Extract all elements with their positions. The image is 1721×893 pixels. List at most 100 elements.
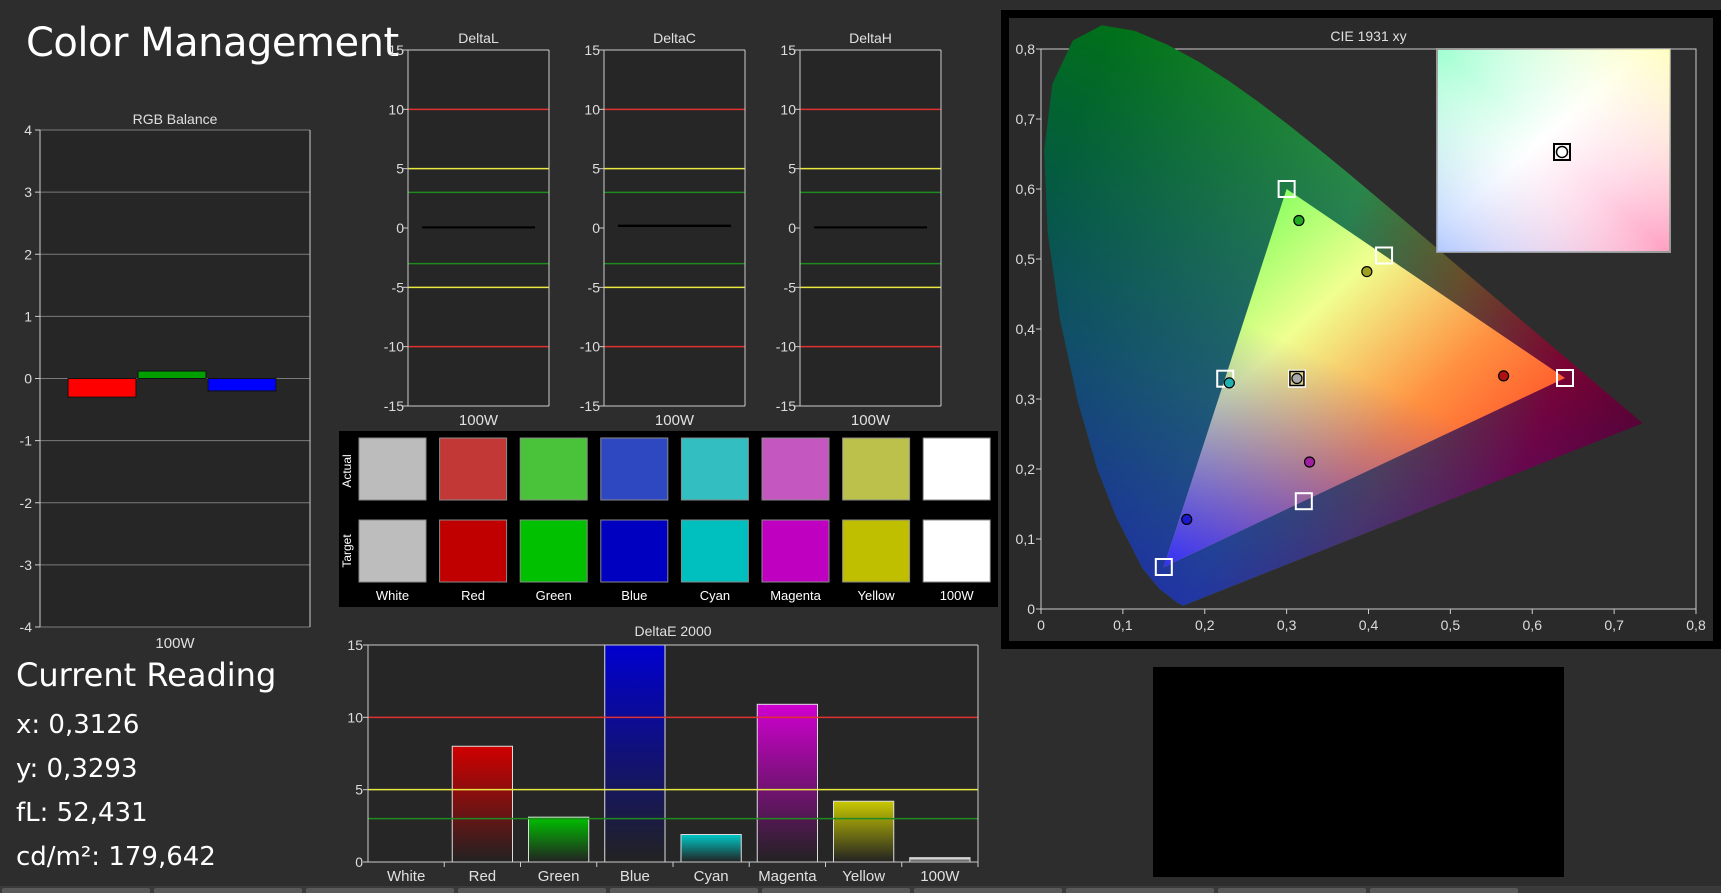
y-tick-label: -5 xyxy=(392,279,405,295)
swatch-label: Green xyxy=(536,588,572,603)
y-tick-label: -5 xyxy=(784,279,797,295)
x-tick-label: 0,4 xyxy=(1359,617,1379,633)
y-tick-label: 0 xyxy=(592,220,600,236)
bar xyxy=(909,857,971,863)
actual-marker xyxy=(1291,372,1303,385)
y-tick-label: 0,7 xyxy=(1016,111,1036,127)
y-tick-label: -10 xyxy=(384,339,404,355)
actual-marker xyxy=(1497,370,1510,382)
swatch-actual xyxy=(922,437,991,501)
swatch-label: 100W xyxy=(940,588,975,603)
reading-x: x: 0,3126 xyxy=(16,710,140,740)
x-tick-label: 0,6 xyxy=(1523,617,1543,633)
swatch-label: Red xyxy=(461,588,485,603)
plot-area xyxy=(604,50,745,406)
x-tick-label: 0,1 xyxy=(1113,617,1133,633)
x-tick-label: 100W xyxy=(459,412,499,429)
swatch-target xyxy=(439,519,508,583)
y-tick-label: -15 xyxy=(580,398,600,414)
chart-title: RGB Balance xyxy=(133,111,218,127)
x-tick-label: Yellow xyxy=(842,868,885,885)
x-tick-label: Red xyxy=(469,868,497,885)
x-tick-label: 0,3 xyxy=(1277,617,1297,633)
y-tick-label: 5 xyxy=(788,161,796,177)
y-tick-label: -10 xyxy=(580,339,600,355)
actual-marker xyxy=(1303,456,1316,468)
y-tick-label: 15 xyxy=(347,637,363,653)
y-tick-label: 15 xyxy=(584,42,600,58)
bottom-tab[interactable] xyxy=(458,888,606,893)
swatch-target xyxy=(680,519,749,583)
y-tick-label: 0 xyxy=(24,371,32,387)
y-tick-label: 0,2 xyxy=(1016,461,1036,477)
x-tick-label: 0,5 xyxy=(1441,617,1461,633)
preview-panel xyxy=(1153,667,1564,877)
actual-marker xyxy=(1223,377,1235,389)
y-tick-label: 10 xyxy=(388,101,404,117)
swatch-target xyxy=(519,519,588,583)
reading-cdm2: cd/m²: 179,642 xyxy=(16,842,216,872)
bottom-tab[interactable] xyxy=(1218,888,1366,893)
bottom-tab[interactable] xyxy=(610,888,758,893)
chart-title: DeltaC xyxy=(653,30,696,46)
x-tick-label: 100W xyxy=(155,635,195,652)
swatch-target xyxy=(922,519,991,583)
swatch-target xyxy=(761,519,830,583)
swatch-actual xyxy=(761,437,830,501)
y-tick-label: 0 xyxy=(355,854,363,870)
bar xyxy=(422,226,535,229)
swatch-actual xyxy=(842,437,911,501)
page-title: Color Management xyxy=(26,20,399,66)
inset-actual-marker xyxy=(1555,145,1569,159)
delta-h-chart: DeltaH -15 -10 -5 0 5 10 15 100W xyxy=(776,30,942,429)
bar xyxy=(814,226,927,229)
y-tick-label: 15 xyxy=(388,42,404,58)
bottom-tab[interactable] xyxy=(306,888,454,893)
actual-marker xyxy=(1181,513,1193,525)
y-tick-label: -4 xyxy=(20,619,33,635)
y-tick-label: 0,6 xyxy=(1016,181,1036,197)
swatch-target xyxy=(842,519,911,583)
swatch-actual xyxy=(358,437,427,501)
reading-y: y: 0,3293 xyxy=(16,754,138,784)
y-tick-label: 10 xyxy=(584,101,600,117)
y-tick-label: -15 xyxy=(384,398,404,414)
y-tick-label: 0 xyxy=(1027,601,1035,617)
current-reading-heading: Current Reading xyxy=(16,656,277,694)
y-tick-label: 10 xyxy=(347,709,363,725)
bottom-tab[interactable] xyxy=(762,888,910,893)
x-tick-label: 0,7 xyxy=(1604,617,1624,633)
bar xyxy=(618,224,731,227)
swatch-actual xyxy=(680,437,749,501)
bar xyxy=(67,378,137,398)
swatch-grid: Actual Target White Red Green Blue Cyan Magenta… xyxy=(340,437,991,603)
chart-title: CIE 1931 xy xyxy=(1330,28,1406,44)
bottom-tab[interactable] xyxy=(1066,888,1214,893)
swatch-panel: Actual Target White Red Green Blue Cyan Magenta… xyxy=(339,431,998,607)
bar xyxy=(833,800,895,863)
swatch-actual xyxy=(439,437,508,501)
x-tick-label: Magenta xyxy=(758,868,817,885)
x-tick-label: 0,8 xyxy=(1686,617,1706,633)
y-tick-label: 0,8 xyxy=(1016,41,1036,57)
row-label-target: Target xyxy=(340,534,354,568)
y-tick-label: -3 xyxy=(20,557,33,573)
y-tick-label: 15 xyxy=(780,42,796,58)
y-tick-label: 10 xyxy=(780,101,796,117)
y-tick-label: 0,1 xyxy=(1016,531,1036,547)
bottom-tab[interactable] xyxy=(2,888,150,893)
bar xyxy=(680,834,742,863)
bottom-tab[interactable] xyxy=(1370,888,1518,893)
actual-marker xyxy=(1293,214,1305,227)
bottom-tab[interactable] xyxy=(154,888,302,893)
delta-e-2000-chart: DeltaE 2000 0 5 10 15 White Red Green Blue Cyan Ma… xyxy=(347,623,979,885)
y-tick-label: 3 xyxy=(24,184,32,200)
chart-title: DeltaL xyxy=(458,30,499,46)
y-tick-label: 0,5 xyxy=(1016,251,1036,267)
bottom-tab[interactable] xyxy=(914,888,1062,893)
y-tick-label: 0,4 xyxy=(1016,321,1036,337)
swatch-label: White xyxy=(376,588,409,603)
swatch-label: Cyan xyxy=(700,588,730,603)
x-tick-label: 100W xyxy=(655,412,695,429)
swatch-label: Blue xyxy=(621,588,647,603)
